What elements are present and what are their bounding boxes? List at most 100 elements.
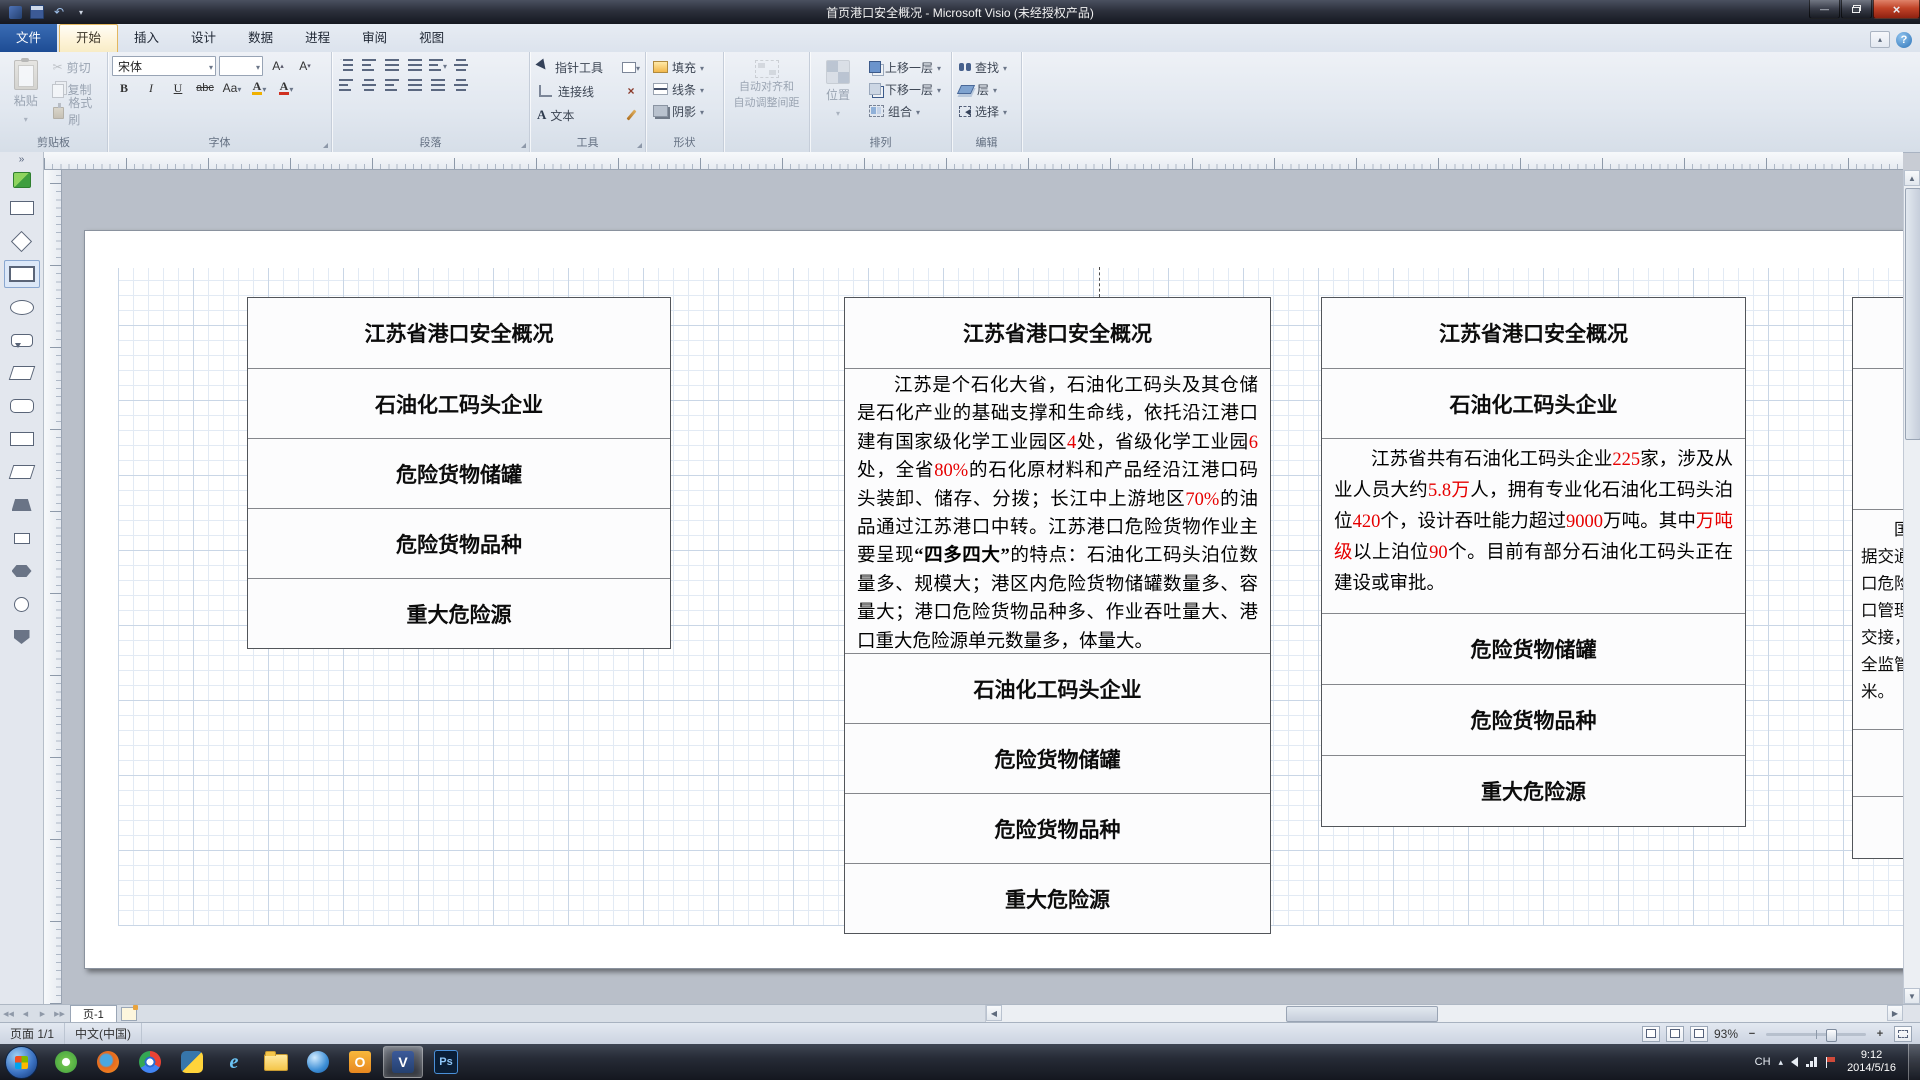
view-normal-icon[interactable] — [1642, 1026, 1660, 1042]
qat-dropdown-icon[interactable] — [72, 4, 90, 20]
connection-point-tool-icon[interactable] — [621, 82, 641, 100]
restore-button[interactable] — [1841, 0, 1872, 19]
increase-indent-button[interactable] — [405, 56, 425, 74]
shadow-button[interactable]: 阴影 — [650, 100, 719, 122]
status-language[interactable]: 中文(中国) — [65, 1023, 142, 1044]
align-center-button[interactable] — [359, 76, 379, 94]
view-fullscreen-icon[interactable] — [1666, 1026, 1684, 1042]
strikethrough-button[interactable]: abc — [193, 78, 217, 98]
stencil-shape-parallelogram[interactable] — [4, 458, 40, 486]
previous-page-icon[interactable]: ◀ — [17, 1006, 34, 1022]
tab-design[interactable]: 设计 — [175, 24, 232, 52]
expand-shapes-panel-icon[interactable] — [19, 154, 25, 168]
stencil-shape-callout[interactable] — [4, 326, 40, 354]
fit-page-icon[interactable] — [1894, 1026, 1912, 1042]
firefox-icon[interactable] — [89, 1047, 127, 1077]
horizontal-ruler[interactable] — [44, 152, 1903, 170]
start-button[interactable] — [5, 1046, 38, 1079]
messenger-icon[interactable] — [299, 1047, 337, 1077]
flow-box-1[interactable]: 江苏省港口安全概况 石油化工码头企业 危险货物储罐 危险货物品种 重大危险源 — [247, 297, 671, 649]
underline-button[interactable]: U — [166, 78, 190, 98]
numbering-button[interactable] — [359, 56, 379, 74]
scroll-up-icon[interactable] — [1904, 170, 1920, 186]
position-button[interactable]: 位置 — [814, 56, 862, 132]
align-top-button[interactable] — [428, 76, 448, 94]
tab-process[interactable]: 进程 — [289, 24, 346, 52]
align-left-button[interactable] — [336, 76, 356, 94]
line-button[interactable]: 线条 — [650, 78, 719, 100]
align-right-button[interactable] — [382, 76, 402, 94]
first-page-icon[interactable]: ◀◀ — [0, 1006, 17, 1022]
select-button[interactable]: 选择 — [956, 100, 1017, 122]
shrink-font-button[interactable]: A — [293, 56, 317, 76]
hidden-icons-icon[interactable] — [1779, 1056, 1784, 1068]
rectangle-tool-button[interactable] — [621, 58, 641, 76]
paste-button[interactable]: 粘贴 — [4, 56, 48, 132]
connector-tool-button[interactable]: 连接线 — [534, 80, 618, 102]
highlight-button[interactable]: A — [247, 78, 271, 98]
align-middle-button[interactable] — [451, 76, 471, 94]
bullets-button[interactable] — [336, 56, 356, 74]
pointer-tool-button[interactable]: 指针工具 — [534, 56, 618, 78]
status-page-indicator[interactable]: 页面 1/1 — [0, 1023, 65, 1044]
auto-align-button[interactable]: 自动对齐和 自动调整间距 — [728, 56, 805, 148]
stencil-shape-trapezoid[interactable] — [4, 491, 40, 519]
text-tool-button[interactable]: A 文本 — [534, 104, 618, 126]
scroll-left-icon[interactable] — [986, 1005, 1002, 1021]
visio-app-icon[interactable] — [6, 4, 24, 20]
internet-explorer-icon[interactable]: e — [215, 1047, 253, 1077]
tab-review[interactable]: 审阅 — [346, 24, 403, 52]
line-spacing-button[interactable] — [428, 56, 448, 74]
scroll-down-icon[interactable] — [1904, 988, 1920, 1004]
volume-icon[interactable] — [1791, 1057, 1798, 1067]
bring-forward-button[interactable]: 上移一层 — [866, 56, 944, 78]
flow-box-4-clipped[interactable]: 国务院新《据交通运输部和口危险化学品安口管理部门与安交接，目前江苏全监管的危险货… — [1852, 297, 1903, 859]
close-button[interactable] — [1873, 0, 1920, 19]
stencil-shape-parallelogram-open[interactable] — [4, 359, 40, 387]
show-desktop-button[interactable] — [1908, 1044, 1920, 1080]
decrease-indent-button[interactable] — [382, 56, 402, 74]
horizontal-scroll-thumb[interactable] — [1286, 1006, 1438, 1022]
font-color-button[interactable]: A — [274, 78, 298, 98]
tab-home[interactable]: 开始 — [59, 24, 118, 52]
stencil-shape-diamond[interactable] — [4, 227, 40, 255]
drawing-canvas[interactable]: 江苏省港口安全概况 石油化工码头企业 危险货物储罐 危险货物品种 重大危险源 江… — [62, 170, 1903, 1004]
python-icon[interactable] — [173, 1047, 211, 1077]
vertical-scrollbar[interactable] — [1903, 170, 1920, 1004]
tab-view[interactable]: 视图 — [403, 24, 460, 52]
tab-data[interactable]: 数据 — [232, 24, 289, 52]
save-icon[interactable] — [28, 4, 46, 20]
minimize-ribbon-icon[interactable] — [1870, 31, 1890, 48]
explorer-folder-icon[interactable] — [257, 1047, 295, 1077]
action-center-icon[interactable] — [1826, 1057, 1835, 1068]
zoom-in-icon[interactable] — [1872, 1027, 1888, 1041]
stencil-shape-small-rectangle[interactable] — [4, 524, 40, 552]
view-pan-icon[interactable] — [1690, 1026, 1708, 1042]
zoom-level[interactable]: 93% — [1714, 1027, 1738, 1041]
stencil-shape-ellipse[interactable] — [4, 293, 40, 321]
stencil-shape-rounded-rectangle[interactable] — [4, 392, 40, 420]
help-icon[interactable] — [1896, 32, 1912, 48]
visio-taskbar-icon[interactable]: V — [383, 1046, 423, 1078]
outlook-icon[interactable]: O — [341, 1047, 379, 1077]
bold-button[interactable]: B — [112, 78, 136, 98]
group-button[interactable]: 组合 — [866, 100, 944, 122]
font-family-combo[interactable]: 宋体 — [112, 56, 216, 76]
justify-button[interactable] — [405, 76, 425, 94]
input-language-indicator[interactable]: CH — [1755, 1056, 1771, 1068]
stencil-shape-hexagon[interactable] — [4, 557, 40, 585]
tab-insert[interactable]: 插入 — [118, 24, 175, 52]
change-case-button[interactable]: Aa — [220, 78, 244, 98]
clock[interactable]: 9:12 2014/5/16 — [1843, 1049, 1900, 1075]
zoom-out-icon[interactable] — [1744, 1027, 1760, 1041]
find-button[interactable]: 查找 — [956, 56, 1017, 78]
last-page-icon[interactable]: ▶▶ — [51, 1006, 68, 1022]
minimize-button[interactable] — [1809, 0, 1840, 19]
grow-font-button[interactable]: A — [266, 56, 290, 76]
stencil-shape-pentagon[interactable] — [4, 623, 40, 651]
sheet-tab[interactable]: 页-1 — [70, 1005, 117, 1022]
tab-file[interactable]: 文件 — [0, 24, 57, 52]
undo-icon[interactable] — [50, 4, 68, 20]
text-direction-button[interactable] — [451, 56, 471, 74]
stencil-shape-rectangle[interactable] — [4, 194, 40, 222]
